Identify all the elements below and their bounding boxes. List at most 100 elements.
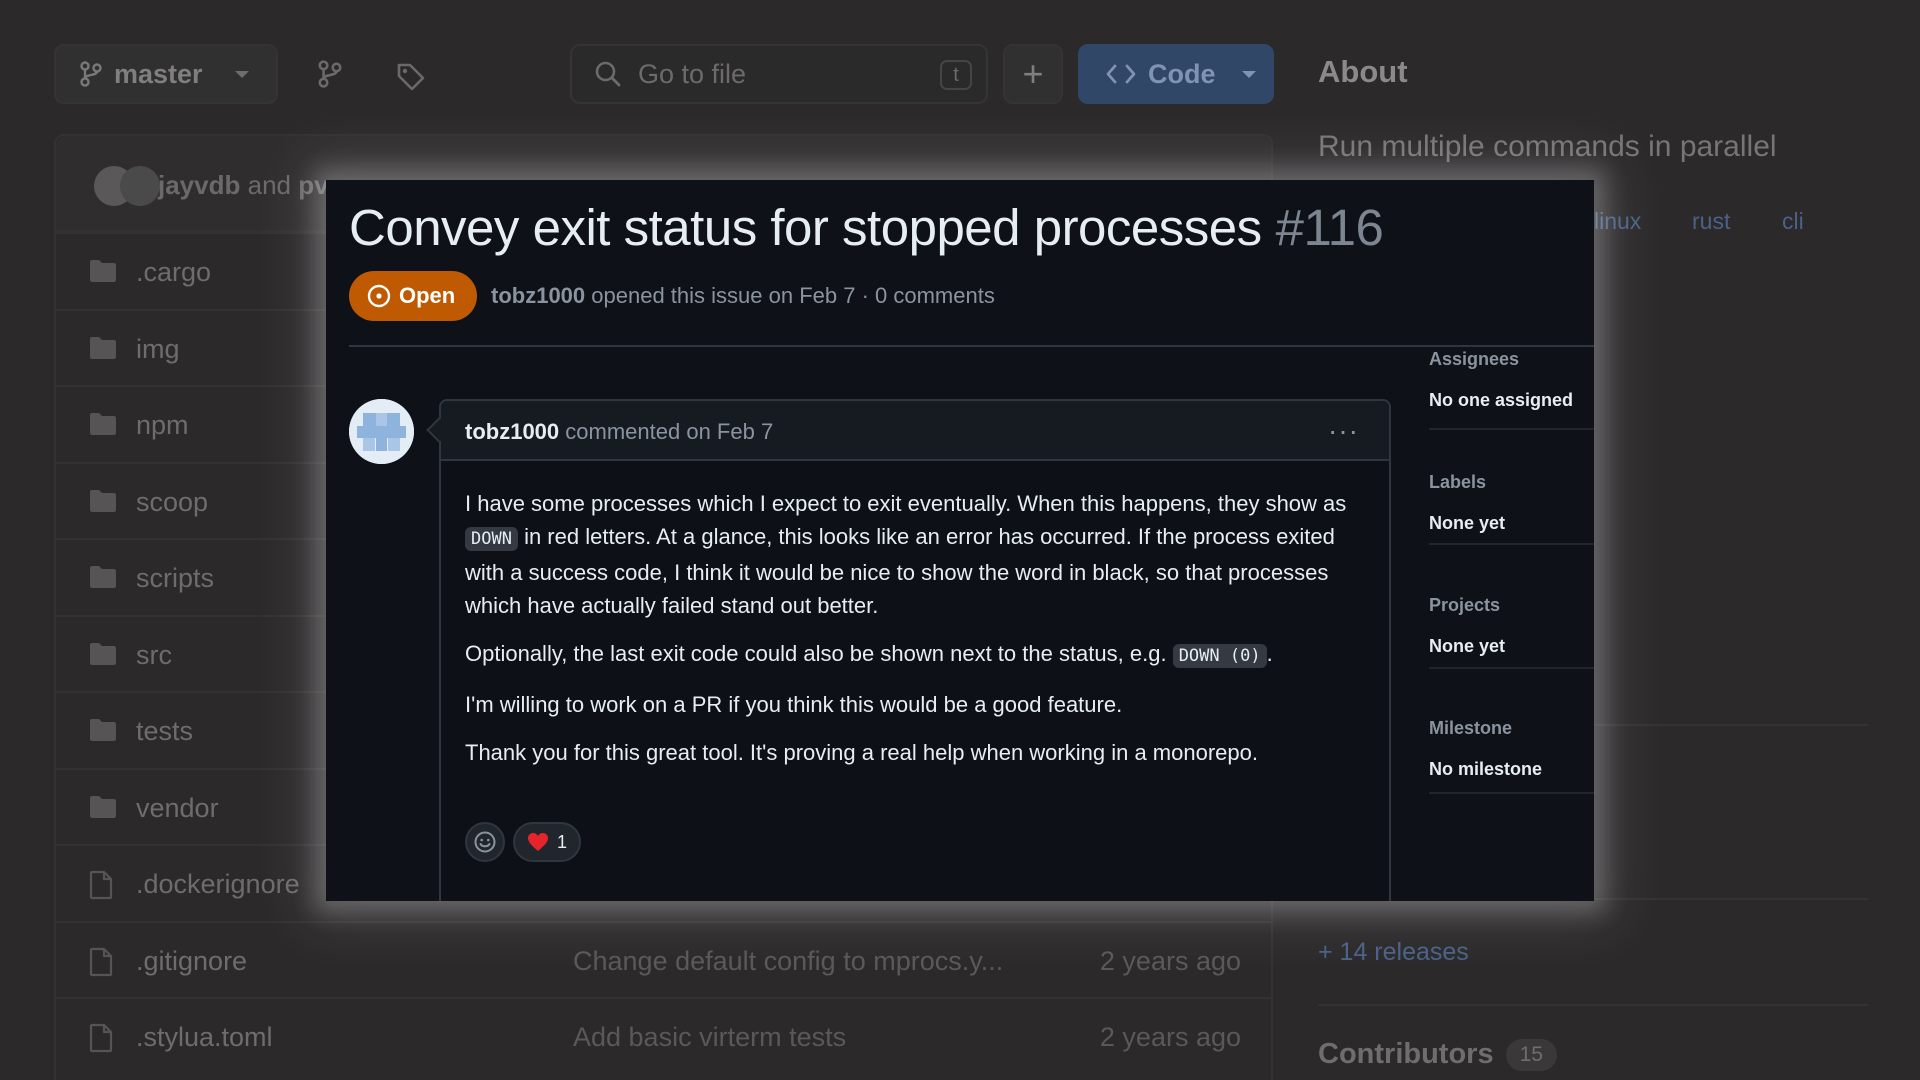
code-button-label: Code (1148, 58, 1216, 89)
folder-icon (88, 717, 118, 748)
issue-number: #116 (1275, 199, 1384, 256)
file-name[interactable]: vendor (136, 793, 219, 824)
file-name[interactable]: scoop (136, 487, 208, 518)
chevron-down-icon (234, 70, 249, 78)
commit-author-link[interactable]: jayvdb (158, 170, 240, 200)
sidebar-value: No one assigned (1429, 390, 1574, 410)
file-name[interactable]: tests (136, 716, 193, 747)
git-branch-icon (80, 61, 102, 87)
commit-date: 2 years ago (1099, 945, 1241, 976)
file-name[interactable]: .cargo (136, 257, 211, 288)
add-reaction-button[interactable] (465, 822, 505, 862)
sidebar-label: Assignees (1429, 349, 1520, 369)
issue-opened-icon (367, 284, 391, 308)
divider (349, 345, 1594, 347)
file-name[interactable]: .stylua.toml (136, 1022, 273, 1053)
file-name[interactable]: src (136, 640, 172, 671)
about-description: Run multiple commands in parallel (1318, 130, 1777, 163)
comment-paragraph: Thank you for this great tool. It's prov… (465, 740, 1258, 765)
reactions-bar: 1 (465, 822, 582, 862)
divider (1429, 792, 1594, 794)
sidebar-value: None yet (1429, 513, 1506, 533)
commit-message[interactable]: Add basic virterm tests (573, 1022, 846, 1053)
issue-popup: Convey exit status for stopped processes… (326, 180, 1594, 901)
folder-icon (88, 335, 118, 366)
add-file-button[interactable]: + (1003, 44, 1063, 104)
file-name[interactable]: .dockerignore (136, 869, 300, 900)
folder-icon (88, 794, 118, 825)
file-name[interactable]: scripts (136, 563, 214, 594)
about-heading: About (1318, 54, 1408, 89)
sidebar-milestone[interactable]: Milestone No milestone (1429, 718, 1594, 780)
file-name[interactable]: npm (136, 410, 189, 441)
topic-tag[interactable]: rust (1692, 208, 1730, 235)
sidebar-label: Labels (1429, 472, 1487, 492)
file-row[interactable]: .gitignore Change default config to mproc… (56, 920, 1271, 998)
sidebar-labels[interactable]: Labels None yet (1429, 472, 1594, 534)
commit-date: 2 years ago (1099, 1022, 1241, 1052)
folder-icon (88, 258, 118, 289)
file-icon (88, 947, 114, 982)
file-row[interactable]: .stylua.toml Add basic virterm tests 2 yea… (56, 997, 1271, 1074)
topic-tag[interactable]: cli (1782, 208, 1804, 235)
divider (1318, 1004, 1868, 1006)
tag-icon[interactable] (396, 62, 426, 97)
comment-paragraph: Optionally, the last exit code could als… (465, 641, 1273, 668)
inline-code: DOWN (465, 527, 518, 551)
sidebar-value: None yet (1429, 636, 1506, 656)
status-label: Open (399, 283, 456, 308)
folder-icon (88, 411, 118, 442)
sidebar-value: No milestone (1429, 759, 1543, 779)
divider (1429, 428, 1594, 430)
file-name[interactable]: .gitignore (136, 946, 247, 977)
divider (1429, 667, 1594, 669)
divider (1429, 543, 1594, 545)
file-name[interactable]: img (136, 334, 180, 365)
keyboard-shortcut-hint: t (940, 60, 972, 90)
branches-icon[interactable] (318, 60, 342, 93)
issue-title-text: Convey exit status for stopped processes (349, 199, 1262, 256)
issue-title: Convey exit status for stopped processes… (349, 198, 1384, 257)
code-button[interactable]: Code (1078, 44, 1274, 104)
issue-sidebar: Assignees No one assigned Labels None ye… (1429, 180, 1594, 901)
topic-tag[interactable]: linux (1594, 208, 1641, 235)
file-icon (88, 870, 114, 905)
folder-icon (88, 488, 118, 519)
issue-comment: tobz1000 commented on Feb 7 ··· I have s… (439, 399, 1391, 901)
branch-name: master (114, 58, 203, 89)
chevron-down-icon (1241, 70, 1256, 78)
comment-author-line: tobz1000 commented on Feb 7 (465, 419, 774, 444)
comment-header: tobz1000 commented on Feb 7 ··· (441, 401, 1389, 461)
issue-author-link[interactable]: tobz1000 (491, 283, 585, 308)
folder-icon (88, 641, 118, 672)
code-icon (1106, 64, 1136, 84)
sidebar-projects[interactable]: Projects None yet (1429, 595, 1594, 657)
search-icon (595, 61, 621, 87)
sidebar-assignees[interactable]: Assignees No one assigned (1429, 349, 1594, 411)
comment-paragraph: I have some processes which I expect to … (465, 491, 1347, 618)
sidebar-label: Milestone (1429, 718, 1513, 738)
go-to-file-placeholder: Go to file (638, 58, 747, 89)
reaction-count: 1 (557, 831, 568, 852)
avatar[interactable] (349, 399, 414, 464)
inline-code: DOWN (0) (1172, 644, 1267, 668)
issue-meta: tobz1000 opened this issue on Feb 7 · 0 … (491, 283, 995, 308)
avatar (120, 166, 160, 206)
releases-link[interactable]: + 14 releases (1318, 938, 1469, 967)
commit-author-link[interactable]: pv (298, 170, 328, 200)
comment-body: I have some processes which I expect to … (441, 461, 1389, 769)
branch-selector-button[interactable]: master (54, 44, 278, 104)
plus-icon: + (1022, 53, 1044, 94)
commit-message[interactable]: Change default config to mprocs.y... (573, 946, 1003, 977)
comment-author-link[interactable]: tobz1000 (465, 419, 559, 444)
comment-paragraph: I'm willing to work on a PR if you think… (465, 692, 1123, 717)
commit-authors: jayvdb and pv (158, 170, 329, 200)
go-to-file-input[interactable]: Go to file t (570, 44, 988, 104)
file-icon (88, 1023, 114, 1058)
folder-icon (88, 564, 118, 595)
heart-reaction-button[interactable]: 1 (513, 822, 582, 862)
more-options-icon[interactable]: ··· (1328, 415, 1359, 447)
sidebar-label: Projects (1429, 595, 1501, 615)
status-badge: Open (349, 271, 478, 321)
smiley-icon (474, 831, 496, 853)
